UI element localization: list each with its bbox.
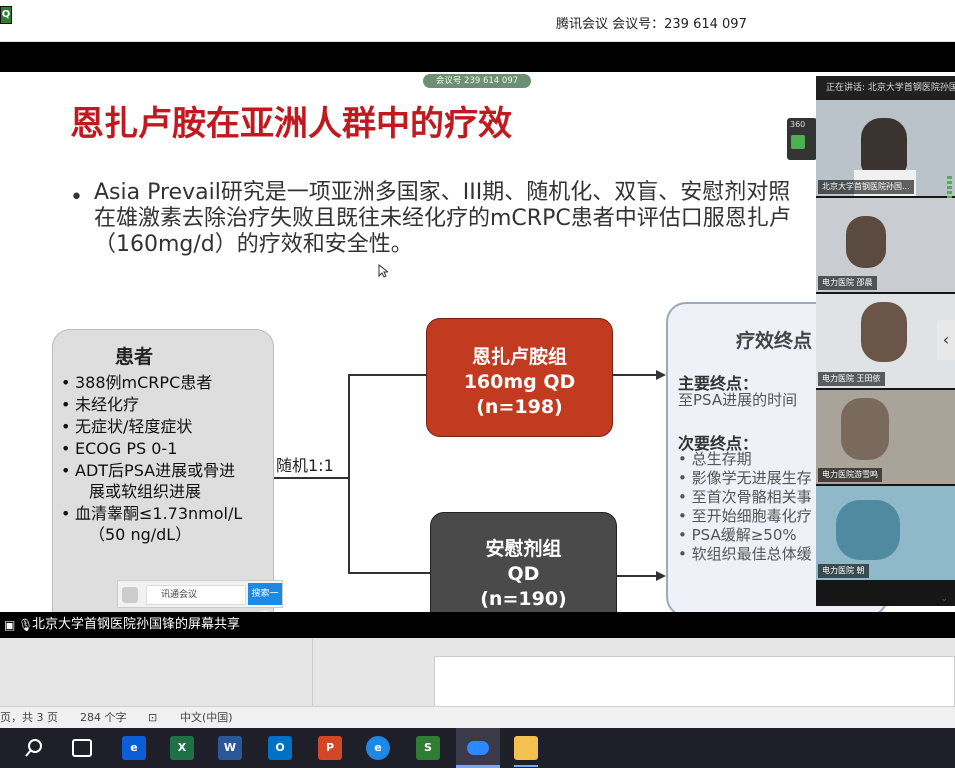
participant-name: 北京大学首钢医院孙国... (818, 180, 914, 194)
secondary-endpoint: • 至开始细胞毒化疗 (678, 507, 812, 525)
search-field-text: 讯通会议 (161, 590, 198, 600)
arrow-right-icon (616, 571, 666, 581)
pause-icon (791, 135, 805, 149)
avatar (836, 500, 900, 560)
document-page[interactable] (434, 656, 955, 708)
secondary-endpoint: • 总生存期 (678, 450, 752, 468)
participant-panel: 正在讲话: 北京大学首钢医院孙国 北京大学首钢医院孙国... 电力医院 邵晨 电… (816, 76, 955, 606)
placebo-group-box: 安慰剂组 QD (n=190) (430, 512, 617, 612)
randomize-label: 随机1:1 (276, 456, 334, 475)
connector-line (348, 572, 430, 574)
screen-share-status: ▣ 🎙 北京大学首钢医院孙国锋的屏幕共享 (0, 612, 955, 638)
enz-line-3: (n=198) (476, 396, 563, 418)
patients-box: 患者 • 388例mCRPC患者 • 未经化疗 • 无症状/轻度症状 • ECOG PS… (52, 329, 274, 612)
participant-tile[interactable]: 电力医院 王田依 (816, 294, 955, 388)
placebo-line-3: (n=190) (480, 588, 567, 610)
enzalutamide-group-box: 恩扎卢胺组 160mg QD (n=198) (426, 318, 613, 437)
bullet-dot: • (70, 185, 83, 210)
meeting-id-text: 会议号 239 614 097 (435, 76, 519, 86)
document-status-bar: 页，共 3 页 284 个字 ⊡ 中文(中国) (0, 706, 955, 728)
tencent-meeting-icon[interactable] (456, 728, 500, 768)
outlook-icon[interactable]: O (268, 736, 292, 760)
edge-icon[interactable]: e (122, 736, 146, 760)
secondary-endpoint: • 至首次骨骼相关事 (678, 488, 812, 506)
title-bar: Q 腾讯会议 会议号：239 614 097 (0, 0, 955, 42)
task-view-icon[interactable] (72, 739, 92, 757)
bullet-line-2: 在雄激素去除治疗失败且既往未经化疗的mCRPC患者中评估口服恩扎卢 (94, 206, 791, 231)
patient-item: • ADT后PSA进展或骨进 (61, 461, 236, 480)
participant-tile[interactable]: 北京大学首钢医院孙国... (816, 100, 955, 196)
patient-item-continued: 展或软组织进展 (89, 482, 202, 501)
patient-item: • 未经化疗 (61, 395, 140, 414)
bullet-line-1: Asia Prevail研究是一项亚洲多国家、III期、随机化、双盲、安慰剂对照 (94, 180, 791, 205)
placebo-line-2: QD (507, 563, 540, 585)
app-icon[interactable]: Q (0, 6, 12, 24)
arrow-right-icon (612, 370, 666, 380)
side-badge[interactable]: 360 (787, 118, 817, 160)
word-icon[interactable]: W (218, 736, 242, 760)
avatar (841, 398, 889, 460)
panel-collapse-button[interactable]: ‹ (937, 320, 955, 360)
participant-name: 电力医院游雪鸣 (818, 468, 882, 482)
word-count[interactable]: 284 个字 (80, 707, 127, 728)
endpoints-title: 疗效终点 (736, 330, 813, 352)
speaking-header: 正在讲话: 北京大学首钢医院孙国 (816, 76, 955, 100)
mic-icon: 🎙 (18, 618, 34, 632)
participant-tile[interactable]: 电力医院游雪鸣 (816, 390, 955, 484)
connector-line (348, 374, 426, 376)
proofing-icon[interactable]: ⊡ (148, 707, 157, 728)
patient-item-continued: （50 ng/dL） (89, 525, 192, 544)
primary-endpoint: 至PSA进展的时间 (678, 391, 798, 409)
document-area (0, 638, 955, 708)
meeting-id-pill[interactable]: 会议号 239 614 097 (423, 74, 531, 88)
avatar (846, 216, 886, 268)
bullet-line-3: （160mg/d）的疗效和安全性。 (94, 232, 413, 257)
participant-tile[interactable]: 电力医院 邵晨 (816, 198, 955, 292)
clover-icon (122, 587, 138, 603)
chevron-down-icon[interactable]: ⌄ (940, 593, 948, 604)
enz-line-1: 恩扎卢胺组 (471, 346, 567, 368)
powerpoint-icon[interactable]: P (318, 736, 342, 760)
side-badge-text: 360 (790, 120, 806, 129)
patient-item: • ECOG PS 0-1 (61, 439, 178, 458)
taskbar: e X W O P e S (0, 728, 955, 768)
search-popup: 讯通会议 搜索一下 (117, 580, 283, 612)
meeting-title: 腾讯会议 会议号：239 614 097 (556, 17, 747, 32)
avatar (861, 118, 907, 174)
ie-icon[interactable]: e (366, 736, 390, 760)
shared-screen: 会议号 239 614 097 恩扎卢胺在亚洲人群中的疗效 • Asia Pre… (0, 72, 955, 612)
excel-icon[interactable]: X (170, 736, 194, 760)
participant-tile[interactable]: 电力医院 朝 (816, 486, 955, 580)
search-icon[interactable] (24, 738, 44, 758)
secondary-endpoint: • 软组织最佳总体缓 (678, 545, 812, 563)
language[interactable]: 中文(中国) (180, 707, 233, 728)
share-icon: ▣ (4, 618, 16, 632)
patient-item: • 388例mCRPC患者 (61, 373, 213, 392)
file-explorer-icon[interactable] (514, 736, 538, 760)
patient-item: • 无症状/轻度症状 (61, 417, 193, 436)
avatar (861, 302, 907, 362)
secondary-endpoint: • PSA缓解≥50% (678, 526, 797, 544)
participant-name: 电力医院 王田依 (818, 372, 885, 386)
page-count[interactable]: 页，共 3 页 (0, 707, 58, 728)
enz-line-2: 160mg QD (463, 371, 576, 393)
connector-line (348, 374, 350, 574)
placebo-line-1: 安慰剂组 (485, 538, 562, 560)
slide-title: 恩扎卢胺在亚洲人群中的疗效 (70, 104, 512, 144)
patients-title: 患者 (115, 346, 154, 368)
connector-line (274, 477, 349, 479)
meeting-toolbar-strip (0, 42, 955, 72)
secondary-endpoint: • 影像学无进展生存 (678, 469, 812, 487)
participant-name: 电力医院 邵晨 (818, 276, 877, 290)
app-s-icon[interactable]: S (416, 736, 440, 760)
search-button[interactable]: 搜索一下 (248, 583, 282, 612)
participant-name: 电力医院 朝 (818, 564, 869, 578)
mouse-cursor-icon (378, 264, 388, 278)
share-status-text: 北京大学首钢医院孙国锋的屏幕共享 (32, 617, 241, 632)
patient-item: • 血清睾酮≤1.73nmol/L (61, 504, 243, 523)
search-field[interactable]: 讯通会议 (146, 585, 246, 605)
